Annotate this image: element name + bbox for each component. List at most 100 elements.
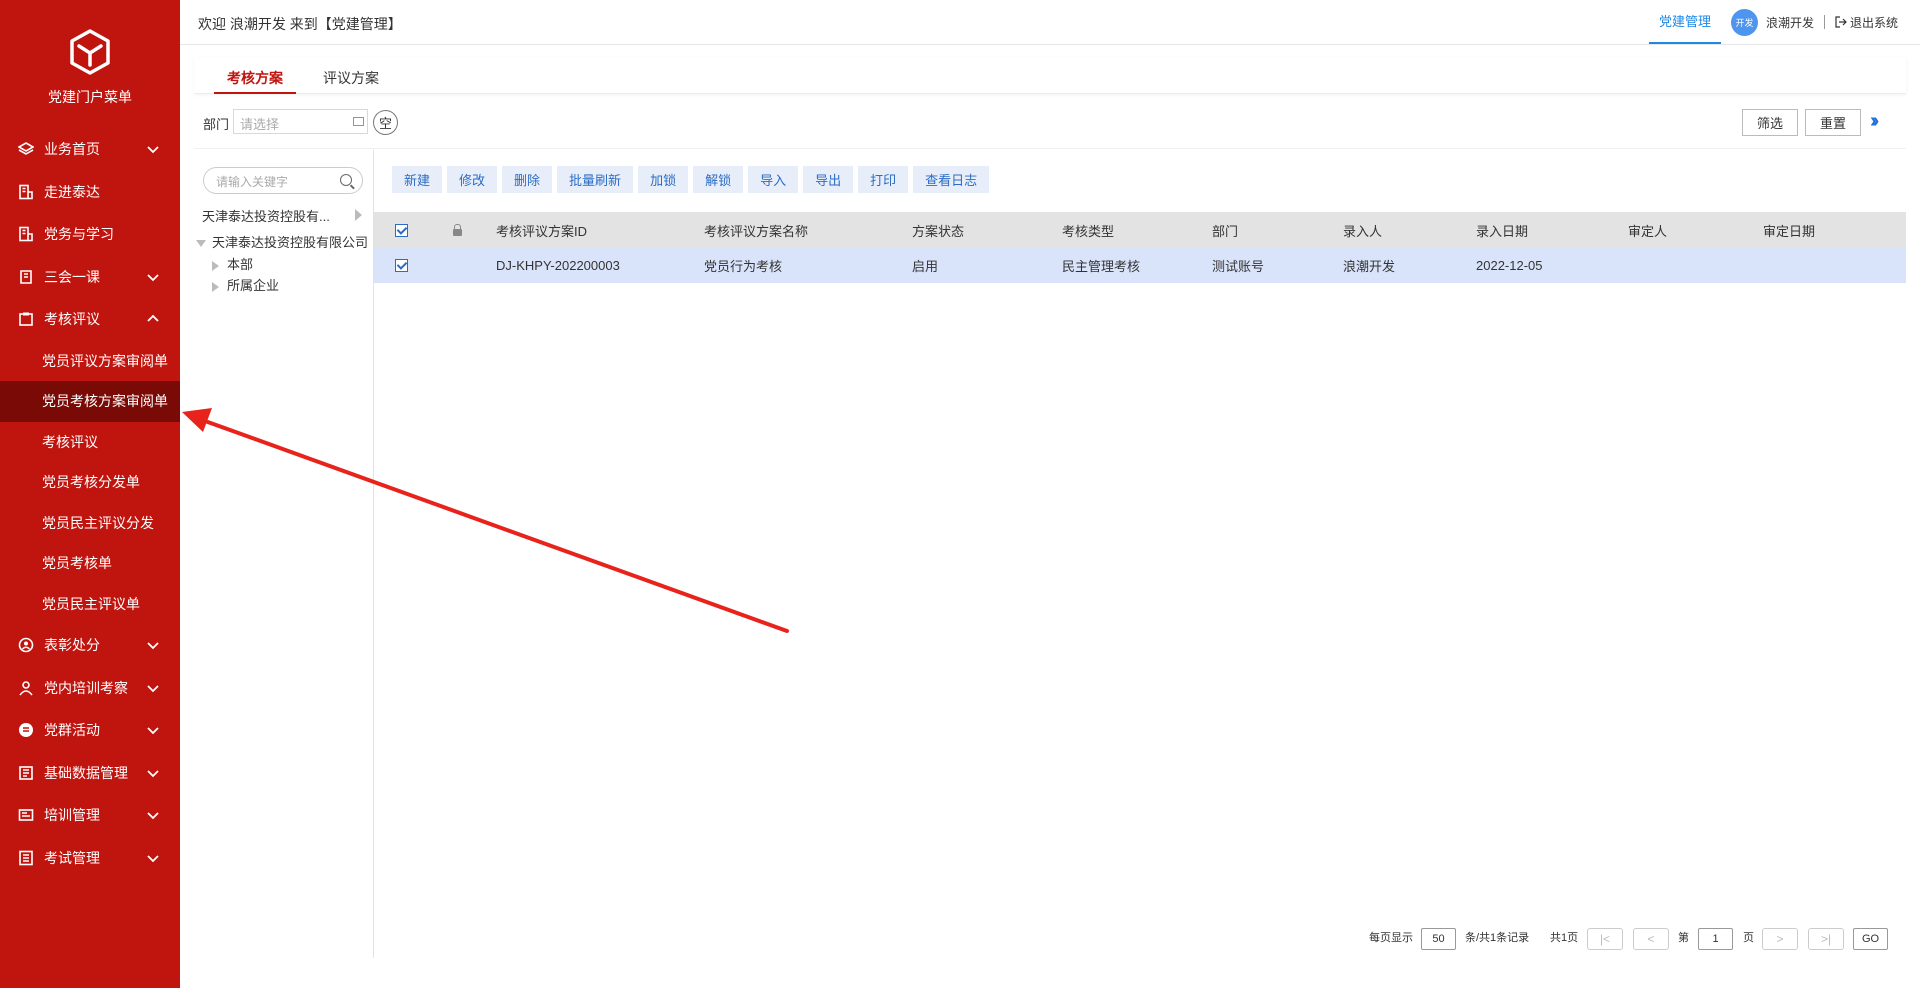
checkbox-icon[interactable] (395, 223, 408, 237)
column-header[interactable]: 审定人 (1628, 212, 1667, 248)
checkbox-icon[interactable] (395, 259, 408, 272)
coin-icon (18, 722, 34, 738)
tab-assessment-plan[interactable]: 考核方案 (214, 57, 296, 94)
column-header[interactable]: 考核类型 (1062, 212, 1114, 248)
toolbar-button[interactable]: 打印 (858, 166, 909, 193)
toolbar-button[interactable]: 修改 (447, 166, 498, 193)
sidebar-item[interactable]: 三会一课 (0, 256, 180, 299)
tab-bar: 考核方案 评议方案 (194, 57, 1906, 94)
sidebar-subitem[interactable]: 党员民主评议分发 (0, 503, 180, 544)
avatar[interactable]: 开发 (1730, 8, 1758, 36)
column-header[interactable]: 录入日期 (1476, 212, 1528, 248)
sidebar-item[interactable]: 党内培训考察 (0, 667, 180, 710)
clear-button[interactable]: 空 (373, 110, 398, 135)
sidebar-item[interactable]: 党务与学习 (0, 213, 180, 256)
sidebar-item[interactable]: 业务首页 (0, 128, 180, 171)
sidebar-item[interactable]: 培训管理 (0, 794, 180, 837)
table-row[interactable]: DJ-KHPY-202200003 党员行为考核 启用 民主管理考核 测试账号 浪潮开发 2… (374, 248, 1906, 283)
column-header[interactable]: 考核评议方案名称 (704, 212, 808, 248)
toolbar-button[interactable]: 导出 (803, 166, 854, 193)
column-header[interactable]: 部门 (1212, 212, 1238, 248)
sidebar-subitem[interactable]: 党员考核单 (0, 543, 180, 584)
chevron-down-icon[interactable] (146, 808, 160, 822)
tree-search-input[interactable]: 请输入关键字 (203, 167, 363, 194)
next-page-button[interactable]: > (1762, 928, 1798, 950)
sidebar-subitem[interactable]: 考核评议 (0, 422, 180, 463)
module-tab[interactable]: 党建管理 (1648, 0, 1721, 44)
tree-header[interactable]: 天津泰达投资控股有... (202, 206, 366, 226)
column-header[interactable]: 审定日期 (1763, 212, 1815, 248)
search-icon[interactable] (340, 174, 352, 186)
filter-button[interactable]: 筛选 (1742, 109, 1798, 136)
tree-node-subsidiaries[interactable]: 所属企业 (212, 275, 279, 294)
sidebar-subitem[interactable]: 党员考核分发单 (0, 462, 180, 503)
caret-right-icon[interactable] (212, 260, 219, 271)
table-cell: 2022-12-05 (1476, 258, 1543, 273)
sidebar-subitem[interactable]: 党员考核方案审阅单 (0, 381, 180, 422)
column-header[interactable]: 考核评议方案ID (496, 212, 587, 248)
last-page-button[interactable]: >| (1808, 928, 1844, 950)
sidebar-subitem[interactable]: 党员民主评议单 (0, 584, 180, 625)
caret-right-icon[interactable] (212, 281, 219, 292)
chevron-down-icon[interactable] (146, 638, 160, 652)
first-page-icon: |< (1599, 932, 1611, 946)
toolbar-button[interactable]: 导入 (748, 166, 799, 193)
caret-right-icon[interactable] (355, 209, 362, 221)
page-suffix: 页 (1743, 932, 1754, 944)
prev-page-button[interactable]: < (1633, 928, 1669, 950)
row-checkbox[interactable] (395, 248, 408, 283)
tree-node-label: 所属企业 (227, 278, 280, 293)
user-icon (18, 680, 34, 696)
tab-review-plan[interactable]: 评议方案 (310, 57, 392, 94)
chevron-down-icon[interactable] (146, 723, 160, 737)
tree-node-root[interactable]: 天津泰达投资控股有限公司 (196, 232, 368, 251)
toolbar-button[interactable]: 新建 (392, 166, 443, 193)
tree-node-headquarters[interactable]: 本部 (212, 254, 253, 273)
table-cell: 民主管理考核 (1062, 259, 1141, 274)
sidebar-item[interactable]: 考试管理 (0, 837, 180, 880)
logo: 党建门户菜单 (0, 0, 180, 128)
toolbar-button[interactable]: 批量刷新 (557, 166, 634, 193)
chevron-down-icon[interactable] (146, 851, 160, 865)
per-page-input[interactable]: 50 (1421, 928, 1456, 950)
user-circle-icon (18, 637, 34, 653)
toolbar-button[interactable]: 加锁 (638, 166, 689, 193)
sidebar-menu-lower: 表彰处分 党内培训考察 党群活动 基础数据管理培训管理考试管理 (0, 624, 180, 879)
chevron-down-icon[interactable] (146, 270, 160, 284)
sidebar-item[interactable]: 党群活动 (0, 709, 180, 752)
column-header[interactable]: 录入人 (1343, 212, 1382, 248)
select-all-checkbox[interactable] (395, 212, 408, 248)
picker-icon[interactable] (353, 117, 364, 126)
chevron-down-icon[interactable] (146, 766, 160, 780)
sidebar-item-label: 培训管理 (44, 807, 100, 824)
chevron-up-icon[interactable] (146, 312, 160, 326)
chevron-down-icon[interactable] (146, 142, 160, 156)
sidebar-item-label: 业务首页 (44, 141, 100, 158)
toolbar-button[interactable]: 查看日志 (913, 166, 990, 193)
column-header[interactable]: 方案状态 (912, 212, 964, 248)
table-cell: DJ-KHPY-202200003 (496, 258, 620, 273)
sidebar-item[interactable]: 表彰处分 (0, 624, 180, 667)
dept-select-input[interactable]: 请选择 (233, 109, 368, 134)
tree-header-label: 天津泰达投资控股有... (202, 209, 330, 224)
sidebar-item[interactable]: 考核评议 (0, 298, 180, 341)
double-chevron-right-icon[interactable]: ›› (1870, 110, 1880, 133)
user-name[interactable]: 浪潮开发 (1766, 14, 1814, 31)
tree-search-placeholder: 请输入关键字 (216, 175, 289, 189)
logout-label: 退出系统 (1849, 15, 1898, 30)
sidebar-item-label: 考核评议 (44, 311, 100, 328)
per-page-label: 每页显示 (1369, 932, 1413, 944)
sidebar-subitem[interactable]: 党员评议方案审阅单 (0, 341, 180, 382)
sidebar-item[interactable]: 基础数据管理 (0, 752, 180, 795)
toolbar-button[interactable]: 删除 (502, 166, 553, 193)
chevron-down-icon[interactable] (146, 681, 160, 695)
first-page-button[interactable]: |< (1587, 928, 1623, 950)
toolbar-button[interactable]: 解锁 (693, 166, 744, 193)
caret-down-icon[interactable] (196, 240, 206, 248)
sidebar-item[interactable]: 走进泰达 (0, 171, 180, 214)
reset-button[interactable]: 重置 (1805, 109, 1861, 136)
logout-button[interactable]: 退出系统 (1835, 14, 1898, 31)
page-input[interactable]: 1 (1698, 928, 1733, 950)
sidebar-item-label: 考试管理 (44, 849, 100, 866)
go-button[interactable]: GO (1853, 928, 1888, 950)
